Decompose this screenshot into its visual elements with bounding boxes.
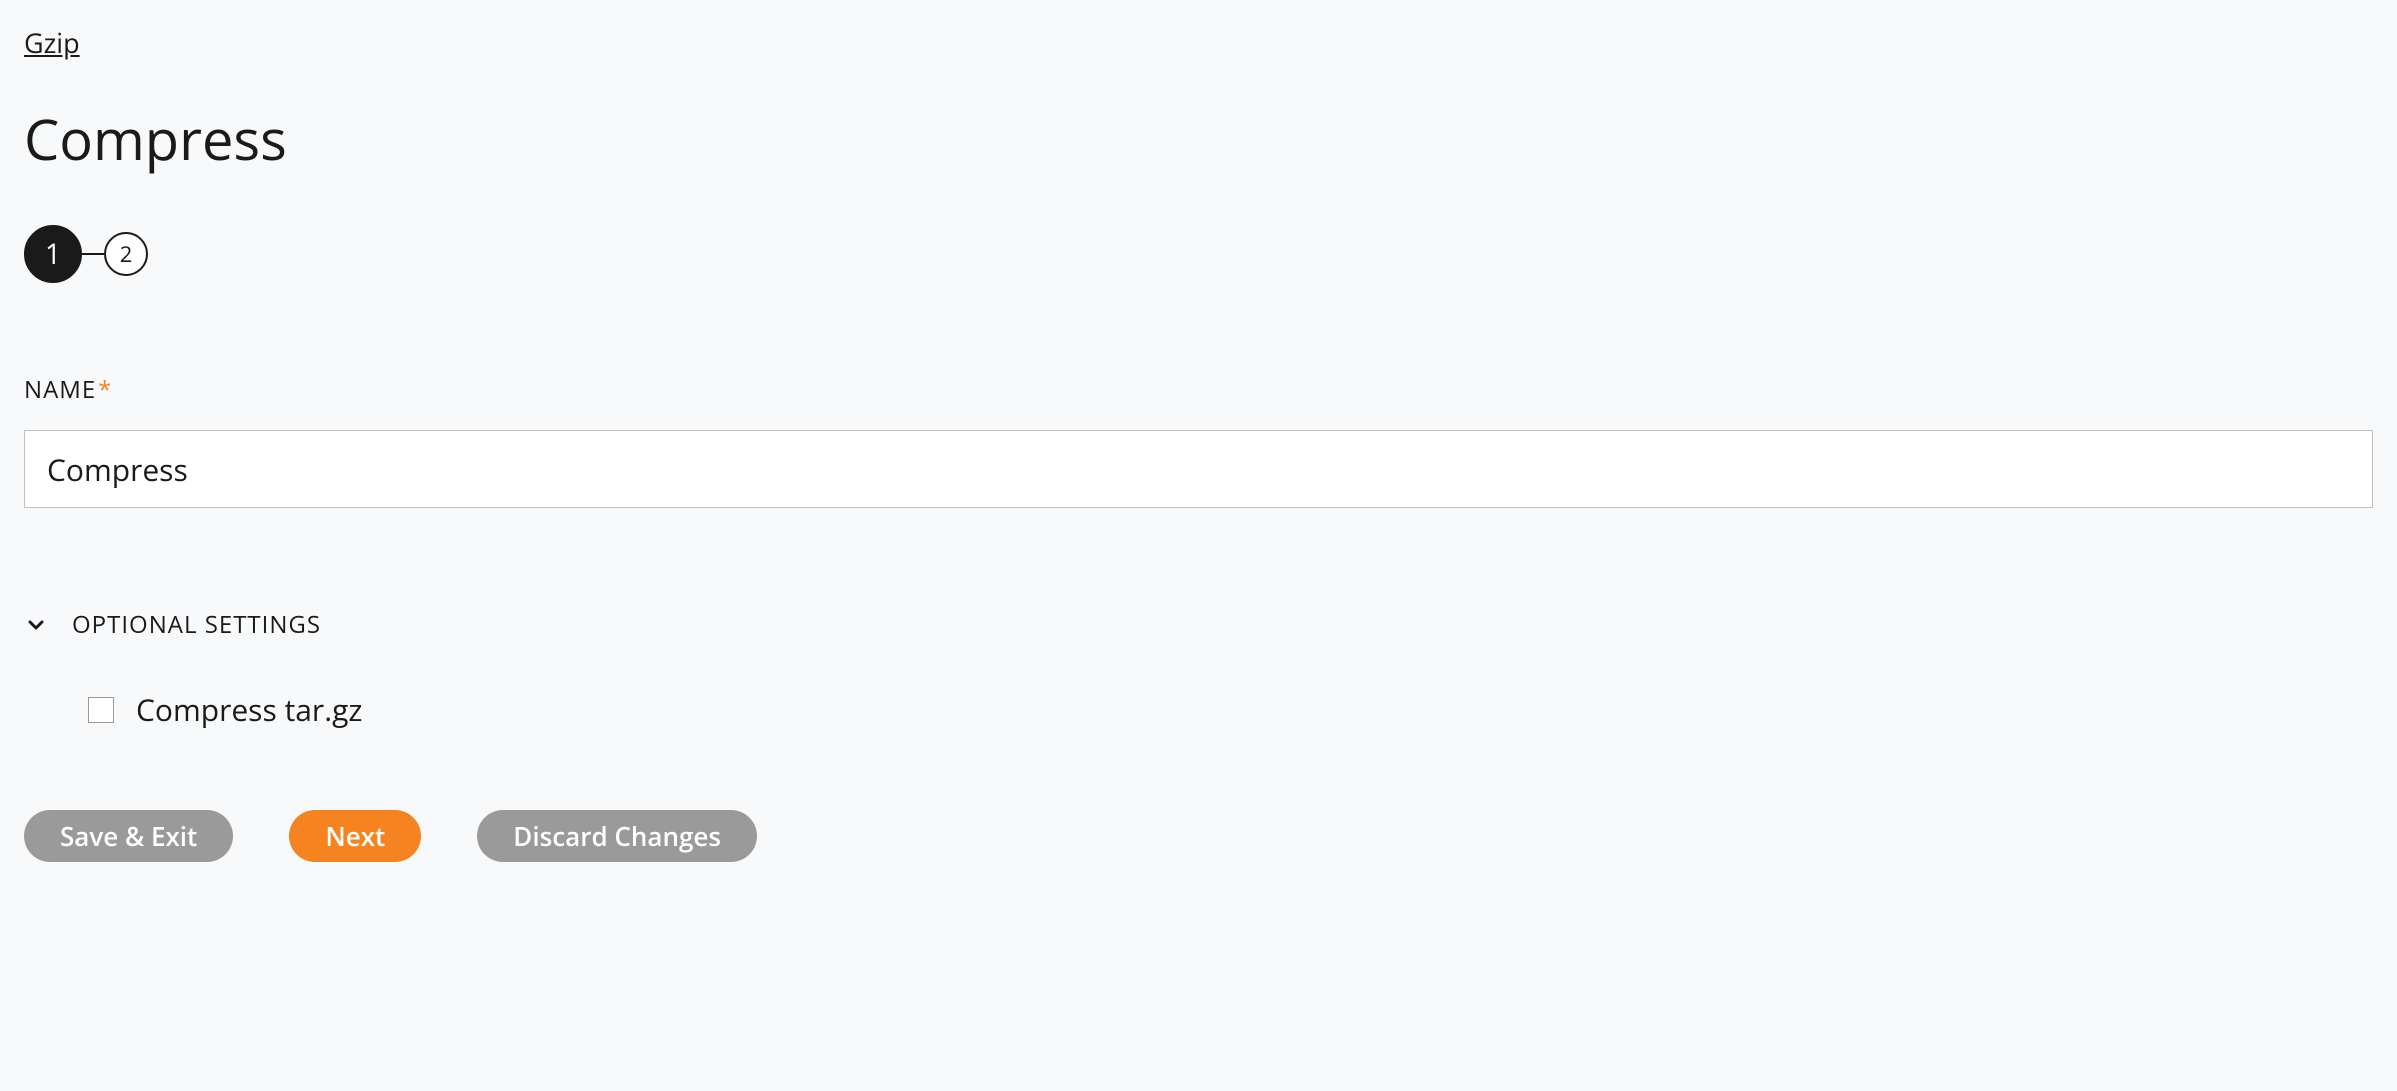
chevron-down-icon xyxy=(24,613,48,637)
name-label: NAME* xyxy=(24,373,2373,406)
step-2[interactable]: 2 xyxy=(104,232,148,276)
page-title: Compress xyxy=(24,101,2373,177)
stepper: 1 2 xyxy=(24,225,2373,283)
step-connector xyxy=(82,253,104,255)
discard-changes-button[interactable]: Discard Changes xyxy=(477,810,757,862)
required-star-icon: * xyxy=(98,373,112,406)
name-input[interactable] xyxy=(24,430,2373,508)
button-row: Save & Exit Next Discard Changes xyxy=(24,810,2373,862)
step-1[interactable]: 1 xyxy=(24,225,82,283)
optional-settings-label: OPTIONAL SETTINGS xyxy=(72,608,321,641)
compress-targz-row: Compress tar.gz xyxy=(88,689,2373,730)
breadcrumb-link[interactable]: Gzip xyxy=(24,24,80,61)
name-label-text: NAME xyxy=(24,373,96,406)
compress-targz-label: Compress tar.gz xyxy=(136,689,362,730)
save-exit-button[interactable]: Save & Exit xyxy=(24,810,233,862)
optional-settings-toggle[interactable]: OPTIONAL SETTINGS xyxy=(24,608,2373,641)
next-button[interactable]: Next xyxy=(289,810,421,862)
compress-targz-checkbox[interactable] xyxy=(88,697,114,723)
